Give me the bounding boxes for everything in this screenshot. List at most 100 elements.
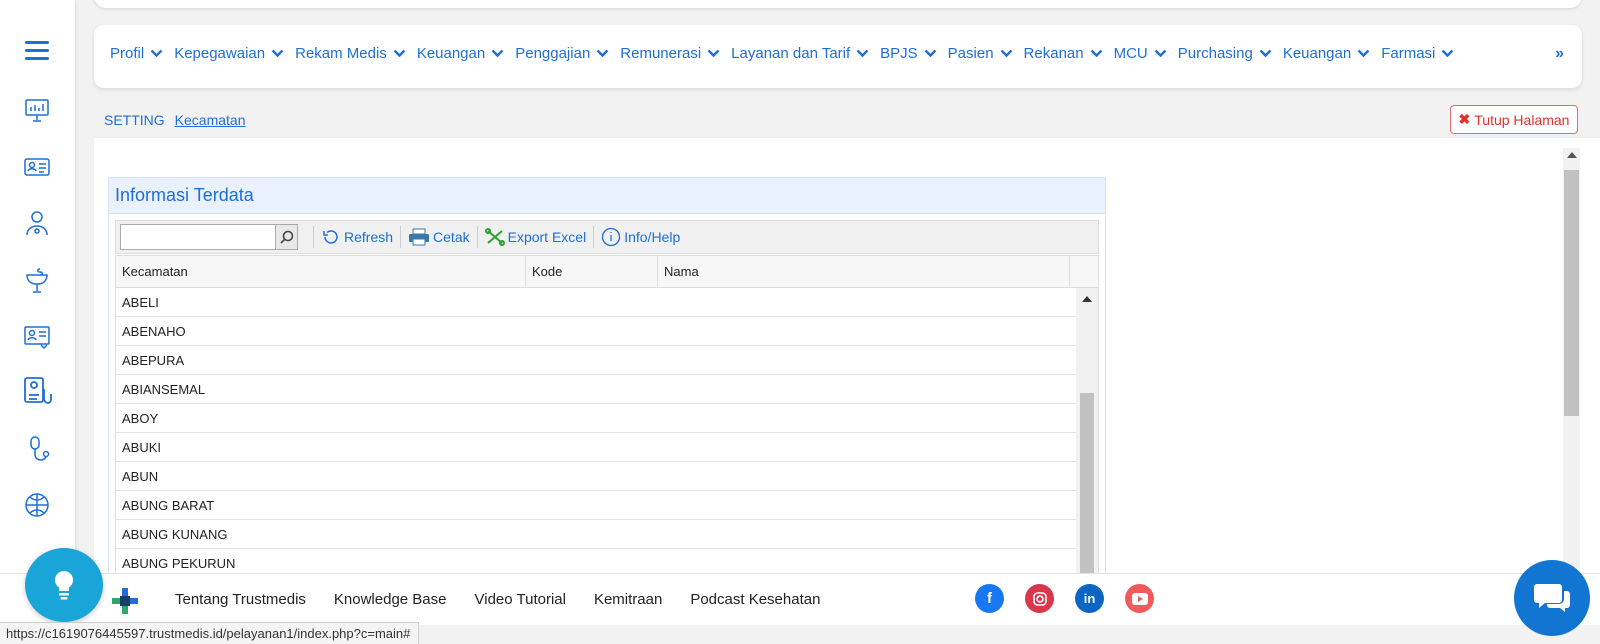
id-card-icon[interactable] (22, 152, 52, 182)
chevron-down-icon (150, 49, 163, 58)
info-help-label: Info/Help (624, 229, 681, 245)
table-row[interactable]: ABUNG BARAT (116, 491, 1076, 520)
nav-menu: Profil Kepegawaian Rekam Medis Keuangan Peng… (110, 45, 1465, 62)
info-icon (602, 227, 621, 247)
nav-item-label: Profil (110, 45, 145, 62)
user-touch-icon[interactable] (22, 375, 52, 405)
nav-item-farmasi[interactable]: Farmasi (1381, 45, 1454, 62)
footer-bar: Tentang Trustmedis Knowledge Base Video Tu… (0, 573, 1600, 625)
youtube-icon[interactable] (1125, 584, 1154, 613)
browser-status-url: https://c1619076445597.trustmedis.id/pel… (0, 622, 420, 644)
table-row[interactable]: ABUKI (116, 433, 1076, 462)
nav-item-label: Purchasing (1177, 45, 1253, 62)
nav-item-pasien[interactable]: Pasien (948, 45, 1013, 62)
grid-scroll-up-icon[interactable] (1082, 296, 1092, 302)
data-panel: Informasi Terdata Refresh Cetak Export E… (108, 177, 1106, 578)
grid-scrollbar-thumb[interactable] (1080, 393, 1094, 577)
nav-item-mcu[interactable]: MCU (1114, 45, 1167, 62)
table-row[interactable]: ABUN (116, 462, 1076, 491)
chevron-down-icon (1090, 49, 1102, 58)
live-chat-button[interactable] (1514, 560, 1590, 636)
patient-record-icon[interactable] (22, 321, 52, 351)
footer-link-knowledge-base[interactable]: Knowledge Base (334, 591, 447, 608)
footer-link-podcast-kesehatan[interactable]: Podcast Kesehatan (690, 591, 820, 608)
printer-icon (409, 228, 430, 246)
data-grid: Kecamatan Kode Nama ABELI ABENAHO ABEPURA A… (115, 255, 1099, 578)
nav-item-label: Rekam Medis (295, 45, 387, 62)
breadcrumb-current[interactable]: Kecamatan (175, 112, 246, 128)
doctor-icon[interactable] (22, 208, 52, 238)
search-button[interactable] (275, 225, 297, 249)
export-excel-button[interactable]: Export Excel (484, 228, 587, 246)
nav-item-layanan-dan-tarif[interactable]: Layanan dan Tarif (731, 45, 869, 62)
chevron-down-icon (856, 49, 869, 58)
chevron-down-icon (596, 49, 609, 58)
nav-item-kepegawaian[interactable]: Kepegawaian (174, 45, 284, 62)
nav-item-label: MCU (1113, 45, 1148, 62)
breadcrumb: SETTING Kecamatan (104, 112, 246, 128)
table-row[interactable]: ABELI (116, 288, 1076, 317)
table-row[interactable]: ABEPURA (116, 346, 1076, 375)
chevron-down-icon (1357, 49, 1370, 58)
close-page-label: Tutup Halaman (1474, 111, 1570, 128)
refresh-label: Refresh (344, 229, 394, 245)
print-label: Cetak (433, 229, 470, 245)
stethoscope-icon[interactable] (22, 434, 52, 464)
footer-link-kemitraan[interactable]: Kemitraan (594, 591, 662, 608)
presentation-chart-icon[interactable] (22, 95, 52, 125)
chevron-down-icon (491, 49, 504, 58)
column-header-kecamatan[interactable]: Kecamatan (116, 256, 526, 287)
footer-link-video-tutorial[interactable]: Video Tutorial (475, 591, 566, 608)
nav-item-rekam-medis[interactable]: Rekam Medis (295, 45, 406, 62)
grid-header: Kecamatan Kode Nama (116, 256, 1098, 288)
nav-item-bpjs[interactable]: BPJS (880, 45, 937, 62)
refresh-button[interactable]: Refresh (321, 229, 393, 245)
main-navbar: Profil Kepegawaian Rekam Medis Keuangan Peng… (94, 25, 1582, 88)
facebook-icon[interactable]: f (975, 584, 1004, 613)
print-button[interactable]: Cetak (408, 228, 470, 246)
nav-item-profil[interactable]: Profil (110, 45, 163, 62)
search-icon (279, 230, 293, 244)
table-row[interactable]: ABUNG KUNANG (116, 520, 1076, 549)
column-header-kode[interactable]: Kode (526, 256, 658, 287)
chevron-down-icon (1154, 49, 1167, 58)
nav-item-rekanan[interactable]: Rekanan (1024, 45, 1103, 62)
linkedin-icon[interactable]: in (1075, 584, 1104, 613)
nav-item-penggajian[interactable]: Penggajian (515, 45, 609, 62)
nav-item-label: Rekanan (1023, 45, 1084, 62)
footer-link-tentang-trustmedis[interactable]: Tentang Trustmedis (175, 591, 306, 608)
column-header-nama[interactable]: Nama (658, 256, 1070, 287)
nav-more-button[interactable]: » (1555, 45, 1564, 63)
table-row[interactable]: ABENAHO (116, 317, 1076, 346)
lightbulb-icon (54, 570, 74, 600)
breadcrumb-root[interactable]: SETTING (104, 112, 165, 128)
footer-links: Tentang Trustmedis Knowledge Base Video Tu… (175, 591, 848, 608)
chat-bubble-icon (1534, 584, 1570, 612)
nav-item-label: Keuangan (416, 45, 486, 62)
grid-scrollbar[interactable] (1076, 288, 1098, 577)
close-page-button[interactable]: ✖ Tutup Halaman (1450, 105, 1578, 134)
nav-item-remunerasi[interactable]: Remunerasi (620, 45, 720, 62)
menu-hamburger-icon[interactable] (25, 41, 49, 61)
export-excel-label: Export Excel (507, 229, 587, 245)
nav-item-label: Kepegawaian (174, 45, 266, 62)
instagram-icon[interactable] (1025, 584, 1054, 613)
pharmacy-bowl-icon[interactable] (22, 265, 52, 295)
table-row[interactable]: ABIANSEMAL (116, 375, 1076, 404)
globe-icon[interactable] (22, 490, 52, 520)
nav-item-keuangan[interactable]: Keuangan (1283, 45, 1370, 62)
nav-item-keuangan[interactable]: Keuangan (417, 45, 504, 62)
trustmedis-logo-icon[interactable] (110, 586, 140, 621)
table-row[interactable]: ABOY (116, 404, 1076, 433)
nav-item-label: Remunerasi (620, 45, 702, 62)
search-input[interactable] (121, 225, 273, 249)
nav-item-label: Farmasi (1381, 45, 1436, 62)
nav-item-purchasing[interactable]: Purchasing (1178, 45, 1272, 62)
page-scrollbar[interactable] (1563, 148, 1580, 568)
tips-lightbulb-button[interactable] (25, 548, 103, 622)
page-scrollbar-thumb[interactable] (1564, 170, 1579, 416)
top-header-bar (94, 0, 1582, 8)
social-links: f in (975, 584, 1175, 613)
info-help-button[interactable]: Info/Help (601, 227, 680, 247)
scroll-up-arrow-icon[interactable] (1567, 152, 1577, 158)
